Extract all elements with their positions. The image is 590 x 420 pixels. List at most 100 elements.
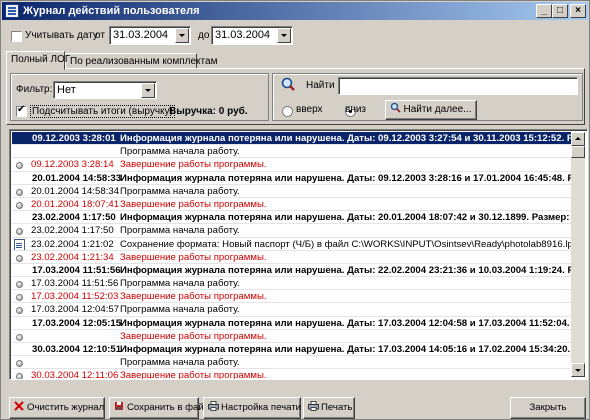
print-setup-label: Настройка печати bbox=[221, 402, 301, 413]
chevron-down-icon[interactable] bbox=[277, 28, 291, 43]
row-date: 09.12.2003 3:28:01 bbox=[32, 133, 116, 144]
dot-icon bbox=[16, 201, 23, 209]
close-window-button[interactable]: × bbox=[570, 4, 586, 18]
printer-icon bbox=[208, 399, 219, 411]
event-dot-icon bbox=[13, 369, 27, 379]
title-bar: Журнал действий пользователя _ □ × bbox=[2, 2, 588, 20]
table-row[interactable]: 23.02.2004 1:17:50 Программа начала работ… bbox=[12, 224, 573, 238]
row-message: Завершение работы программы. bbox=[120, 198, 267, 210]
use-date-checkbox[interactable] bbox=[11, 31, 22, 42]
dot-icon bbox=[16, 333, 23, 341]
row-message: Завершение работы программы. bbox=[120, 251, 267, 263]
dot-icon bbox=[16, 373, 23, 379]
date-to-value: 31.03.2004 bbox=[215, 29, 271, 41]
find-label: Найти bbox=[306, 80, 335, 91]
save-to-file-label: Сохранить в файл bbox=[127, 402, 210, 413]
close-button[interactable]: Закрыть bbox=[510, 397, 586, 419]
scroll-down-icon[interactable] bbox=[571, 363, 585, 377]
dot-icon bbox=[16, 254, 23, 262]
table-row[interactable]: 17.03.2004 12:05:15 Информация журнала по… bbox=[12, 317, 573, 330]
tab-full-log[interactable]: Полный ЛОГ bbox=[6, 51, 70, 70]
table-row[interactable]: 09.12.2003 3:28:14 Завершение работы прог… bbox=[12, 158, 573, 172]
scroll-thumb[interactable] bbox=[571, 146, 585, 158]
table-row[interactable]: Программа начала работу. bbox=[12, 356, 573, 370]
filter-panel: Фильтр: Нет Подсчитывать итоги (выручку)… bbox=[6, 68, 585, 125]
table-row[interactable]: 17.03.2004 12:04:57 Программа начала рабо… bbox=[12, 303, 573, 317]
table-row[interactable]: Программа начала работу. bbox=[12, 145, 573, 159]
row-date: 09.12.2003 3:28:14 bbox=[31, 159, 114, 171]
row-message: Программа начала работу. bbox=[120, 185, 240, 197]
filter-label: Фильтр: bbox=[16, 84, 53, 95]
table-row[interactable]: 17.03.2004 11:51:56 Информация журнала по… bbox=[12, 264, 573, 278]
minimize-button[interactable]: _ bbox=[536, 4, 552, 18]
log-grid[interactable]: 09.12.2003 3:28:01 Информация журнала пот… bbox=[9, 129, 588, 380]
row-icon-slot bbox=[13, 132, 27, 144]
chevron-down-icon[interactable] bbox=[175, 28, 189, 43]
table-row[interactable]: 30.03.2004 12:11:06 Завершение работы про… bbox=[12, 369, 573, 379]
dot-icon bbox=[16, 281, 23, 289]
dot-icon bbox=[16, 360, 23, 368]
dot-icon bbox=[16, 307, 23, 315]
table-row[interactable]: 23.02.2004 1:17:50 Информация журнала пот… bbox=[12, 211, 573, 225]
row-icon-slot bbox=[13, 343, 27, 355]
row-message: Программа начала работу. bbox=[120, 304, 240, 316]
count-totals-label: Подсчитывать итоги (выручку) bbox=[30, 105, 175, 118]
table-row[interactable]: 23.02.2004 1:21:34 Завершение работы прог… bbox=[12, 251, 573, 264]
row-message: Информация журнала потеряна или нарушена… bbox=[120, 264, 573, 276]
window-controls: _ □ × bbox=[536, 4, 586, 18]
row-message: Программа начала работу. bbox=[120, 278, 240, 290]
window-title: Журнал действий пользователя bbox=[23, 5, 200, 17]
to-label: до bbox=[198, 30, 210, 41]
log-window: Журнал действий пользователя _ □ × Учиты… bbox=[0, 0, 590, 420]
filter-value: Нет bbox=[57, 84, 76, 96]
row-date: 17.03.2004 11:51:56 bbox=[31, 278, 119, 290]
search-icon bbox=[280, 76, 296, 92]
row-message: Завершение работы программы. bbox=[120, 159, 267, 171]
print-button[interactable]: Печать bbox=[303, 397, 355, 419]
print-setup-button[interactable]: Настройка печати bbox=[203, 397, 301, 419]
table-row[interactable]: 09.12.2003 3:28:01 Информация журнала пот… bbox=[12, 132, 573, 146]
table-row[interactable]: 30.03.2004 12:10:51 Информация журнала по… bbox=[12, 343, 573, 357]
row-message: Сохранение формата: Новый паспорт (Ч/Б) … bbox=[120, 238, 573, 250]
row-date: 23.02.2004 1:17:50 bbox=[31, 225, 114, 237]
event-dot-icon bbox=[13, 158, 27, 170]
find-next-button[interactable]: Найти далее... bbox=[385, 100, 477, 120]
dot-icon bbox=[16, 188, 23, 196]
date-to-picker[interactable]: 31.03.2004 bbox=[211, 26, 293, 45]
maximize-button[interactable]: □ bbox=[552, 4, 568, 18]
row-message: Завершение работы программы. bbox=[120, 330, 267, 342]
find-input[interactable] bbox=[338, 77, 578, 95]
row-message: Информация журнала потеряна или нарушена… bbox=[120, 133, 573, 144]
event-dot-icon bbox=[13, 251, 27, 263]
clear-log-button[interactable]: Очистить журнал bbox=[9, 397, 105, 419]
row-date: 23.02.2004 1:17:50 bbox=[32, 212, 116, 224]
date-from-value: 31.03.2004 bbox=[113, 29, 169, 41]
direction-up-radio[interactable] bbox=[282, 105, 293, 117]
event-dot-icon bbox=[13, 224, 27, 236]
table-row[interactable]: 20.01.2004 14:58:33 Информация журнала по… bbox=[12, 172, 573, 185]
dot-icon bbox=[16, 162, 23, 170]
row-message: Информация журнала потеряна или нарушена… bbox=[120, 344, 573, 355]
vertical-scrollbar[interactable] bbox=[571, 132, 585, 377]
table-row[interactable]: 23.02.2004 1:21:02 Сохранение формата: Но… bbox=[12, 238, 573, 251]
row-icon-slot bbox=[13, 172, 27, 184]
scroll-up-icon[interactable] bbox=[571, 132, 585, 146]
table-row[interactable]: 20.01.2004 18:07:41 Завершение работы про… bbox=[12, 198, 573, 212]
row-date: 20.01.2004 14:58:34 bbox=[31, 185, 120, 197]
table-row[interactable]: 17.03.2004 11:52:03 Завершение работы про… bbox=[12, 290, 573, 304]
count-totals-checkbox[interactable] bbox=[16, 104, 27, 117]
clear-log-label: Очистить журнал bbox=[27, 402, 105, 413]
tab-sold-kits[interactable]: По реализованным комплектам bbox=[65, 53, 217, 69]
table-row[interactable]: Завершение работы программы. bbox=[12, 330, 573, 343]
revenue-text: Выручка: 0 руб. bbox=[169, 106, 248, 117]
save-to-file-button[interactable]: Сохранить в файл bbox=[109, 397, 209, 419]
row-icon-slot bbox=[13, 317, 27, 329]
chevron-down-icon[interactable] bbox=[141, 83, 155, 98]
file-icon bbox=[14, 238, 25, 250]
date-from-picker[interactable]: 31.03.2004 bbox=[109, 26, 191, 45]
dot-icon bbox=[16, 228, 23, 236]
table-row[interactable]: 20.01.2004 14:58:34 Программа начала рабо… bbox=[12, 185, 573, 198]
filter-select[interactable]: Нет bbox=[53, 81, 157, 99]
table-row[interactable]: 17.03.2004 11:51:56 Программа начала рабо… bbox=[12, 277, 573, 291]
event-dot-icon bbox=[13, 277, 27, 289]
